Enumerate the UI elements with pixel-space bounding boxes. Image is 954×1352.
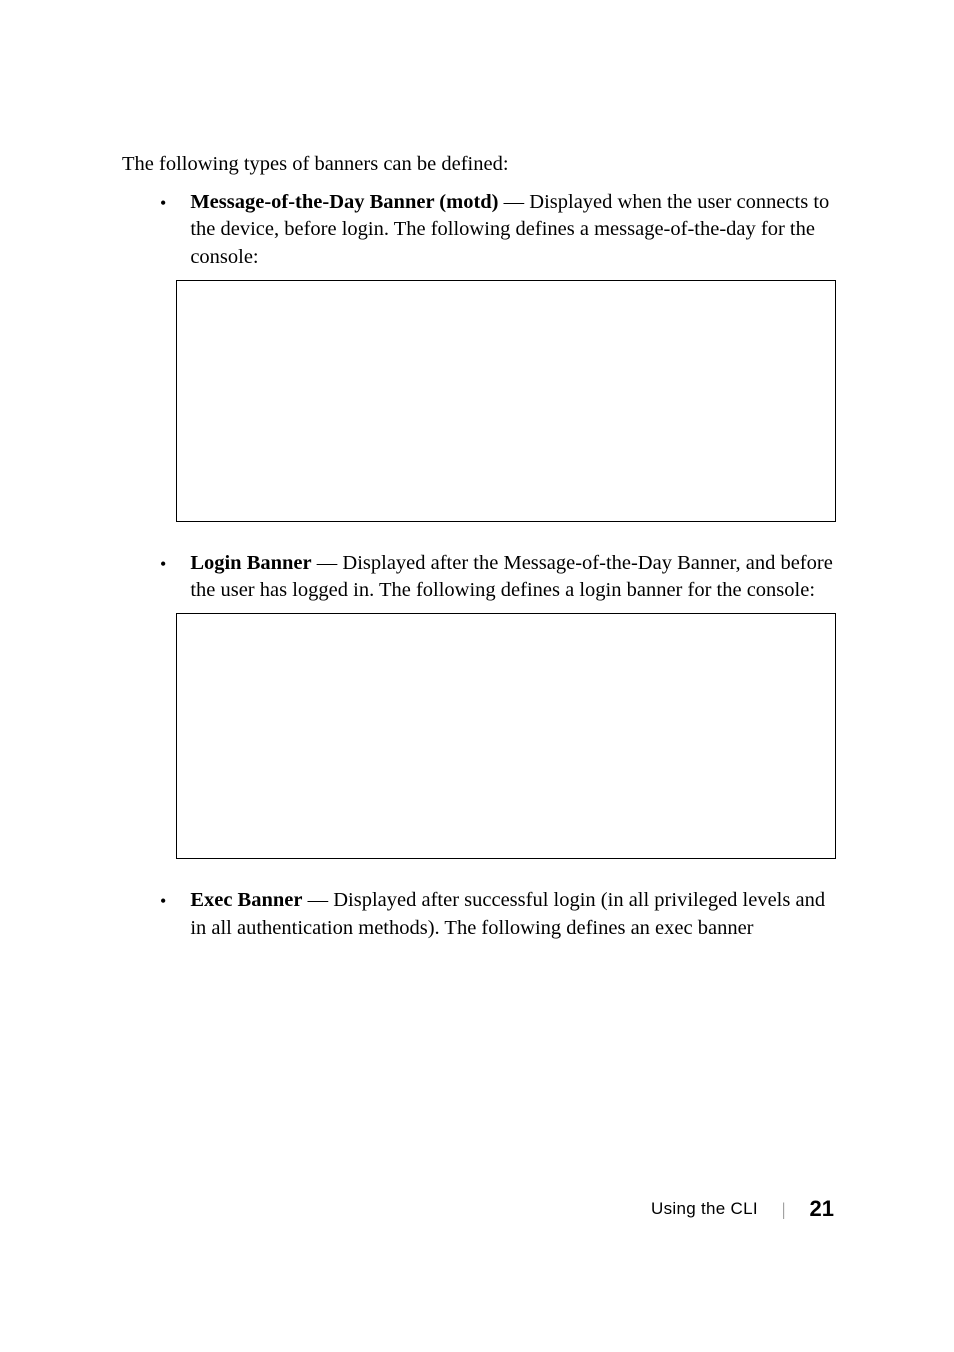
code-box: [176, 280, 836, 522]
list-item-text: Exec Banner — Displayed after successful…: [190, 887, 836, 942]
item-bold: Exec Banner: [190, 889, 302, 911]
bullet-icon: •: [160, 891, 166, 942]
bullet-icon: •: [160, 554, 166, 605]
list-item: • Message-of-the-Day Banner (motd) — Dis…: [160, 189, 836, 272]
intro-paragraph: The following types of banners can be de…: [122, 150, 836, 179]
item-bold: Message-of-the-Day Banner (motd): [190, 191, 498, 213]
list-item-text: Message-of-the-Day Banner (motd) — Displ…: [190, 189, 836, 272]
list-item: • Login Banner — Displayed after the Mes…: [160, 550, 836, 605]
code-box: [176, 613, 836, 859]
page-number: 21: [810, 1196, 834, 1222]
page-footer: Using the CLI | 21: [651, 1196, 834, 1222]
item-bold: Login Banner: [190, 552, 311, 574]
list-item: • Exec Banner — Displayed after successf…: [160, 887, 836, 942]
bullet-icon: •: [160, 193, 166, 272]
footer-title: Using the CLI: [651, 1199, 758, 1219]
footer-separator: |: [782, 1199, 786, 1220]
list-item-text: Login Banner — Displayed after the Messa…: [190, 550, 836, 605]
